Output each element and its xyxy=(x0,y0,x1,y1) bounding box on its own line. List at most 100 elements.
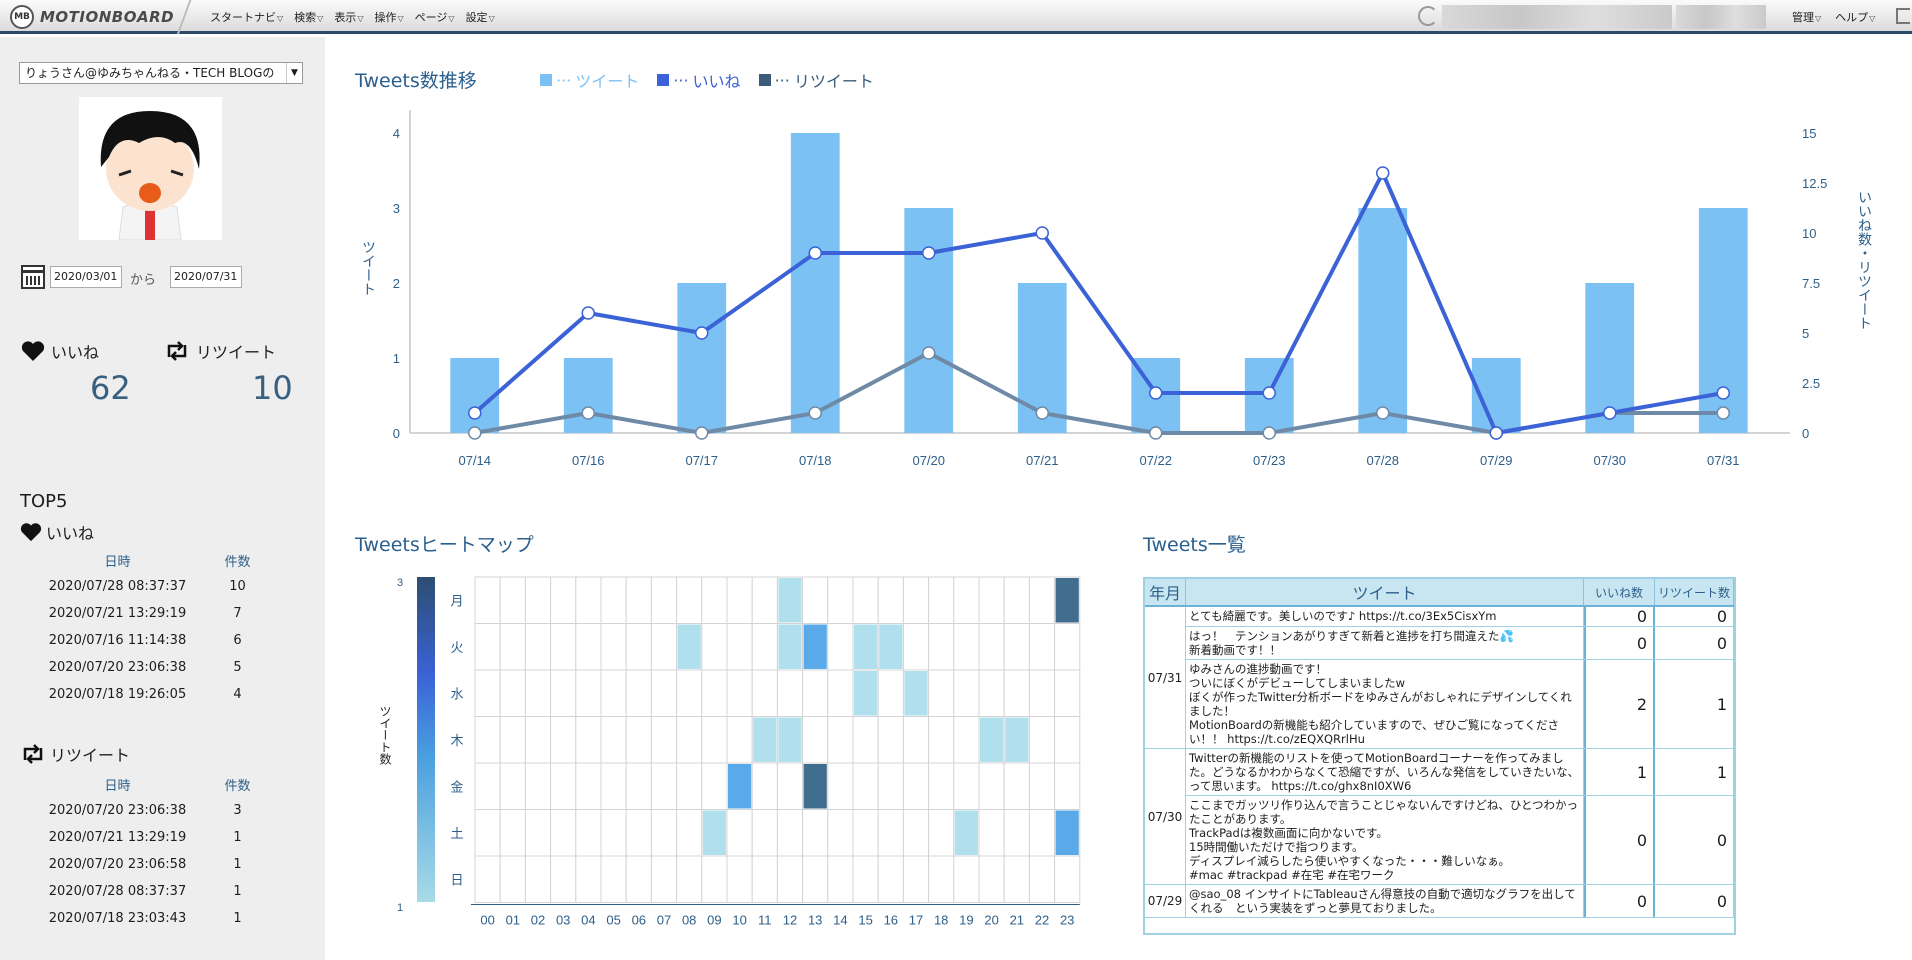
col-header-likes[interactable]: いいね数 xyxy=(1584,579,1655,605)
heatmap-cell xyxy=(1003,623,1030,671)
heatmap-col-label: 17 xyxy=(909,913,923,928)
date-to-input[interactable]: 2020/07/31 xyxy=(170,266,242,288)
menu-page[interactable]: ページ▽ xyxy=(415,9,455,25)
heatmap-cell-filled xyxy=(728,764,752,809)
rank-count: 1 xyxy=(233,830,242,845)
heatmap-cell xyxy=(751,576,778,624)
table-row[interactable]: 2020/07/20 23:06:58 1 xyxy=(20,851,260,878)
menu-view[interactable]: 表示▽ xyxy=(334,9,363,25)
table-row[interactable]: 2020/07/21 13:29:19 7 xyxy=(20,600,260,627)
rank-date: 2020/07/21 13:29:19 xyxy=(48,830,187,845)
y2-tick-label: 10 xyxy=(1802,226,1816,241)
retweets-stat-label: リツイート xyxy=(164,339,276,363)
point-likes xyxy=(695,326,709,340)
bar-tweets xyxy=(790,133,840,433)
legend-item-tweets[interactable]: ··· ツイート xyxy=(540,68,639,92)
table-row[interactable]: 2020/07/18 23:03:43 1 xyxy=(20,905,260,932)
heatmap-cell xyxy=(676,809,703,857)
point-retweets xyxy=(922,346,936,360)
chevron-down-icon[interactable]: ▼ xyxy=(286,63,302,83)
heatmap-cell xyxy=(827,576,854,624)
bar-tweets xyxy=(677,283,727,433)
table-row[interactable]: 2020/07/28 08:37:37 10 xyxy=(20,573,260,600)
table-row[interactable]: 2020/07/20 23:06:38 5 xyxy=(20,654,260,681)
table-row[interactable]: 2020/07/28 08:37:37 1 xyxy=(20,878,260,905)
heatmap-cell xyxy=(1003,669,1030,717)
point-retweets xyxy=(1262,426,1276,440)
month-cell: 07/30 xyxy=(1145,749,1186,885)
heatmap-col-label: 01 xyxy=(506,913,520,928)
calendar-icon[interactable] xyxy=(21,265,45,289)
heatmap-col-label: 07 xyxy=(657,913,671,928)
menu-admin[interactable]: 管理▽ xyxy=(1792,9,1821,25)
colorbar-max: 3 xyxy=(397,577,403,589)
table-row[interactable]: ゆみさんの進捗動画です！ ついにぼくがデビューしてしまいましたw ぼくが作ったT… xyxy=(1145,660,1734,749)
table-row[interactable]: はっ！ テンションあがりすぎて新着と進捗を打ち間違えた💦 新着動画です！！ 0 0 xyxy=(1145,627,1734,660)
heatmap-col-label: 15 xyxy=(858,913,872,928)
table-row[interactable]: 2020/07/18 19:26:05 4 xyxy=(20,681,260,708)
col-header-month[interactable]: 年月 xyxy=(1145,579,1186,605)
legend-item-likes[interactable]: ··· いいね xyxy=(657,68,741,92)
chevron-down-icon: ▽ xyxy=(1869,14,1876,23)
heart-icon xyxy=(20,523,42,542)
table-row[interactable]: Twitterの新機能のリストを使ってMotionBoardコーナーを作ってみま… xyxy=(1145,749,1734,796)
heatmap-cell-filled xyxy=(1055,578,1079,623)
point-likes xyxy=(1716,386,1730,400)
likes-total: 62 xyxy=(90,369,131,407)
tweet-text: @sao_08 インサイトにTableauさん得意技の自動で適切なグラフを出して… xyxy=(1186,885,1584,917)
date-from-input[interactable]: 2020/03/01 xyxy=(50,266,122,288)
heatmap-cell-filled xyxy=(803,624,827,669)
refresh-icon[interactable] xyxy=(1418,6,1438,26)
redacted-user-area xyxy=(1676,5,1766,29)
legend-dots: ··· xyxy=(673,70,689,90)
top-menu-bar: MB MOTIONBOARD スタートナビ▽ 検索▽ 表示▽ 操作▽ ページ▽ … xyxy=(0,0,1912,34)
heatmap-cell xyxy=(827,809,854,857)
heatmap-cell-filled xyxy=(778,578,802,623)
heatmap-cell xyxy=(852,762,879,810)
col-header-tweet[interactable]: ツイート xyxy=(1186,579,1584,605)
rank-count: 1 xyxy=(233,911,242,926)
retweets-label: リツイート xyxy=(196,343,277,362)
point-likes xyxy=(922,246,936,260)
heatmap-cell xyxy=(650,716,678,764)
account-select[interactable]: りょうさん@ゆみちゃんねる・TECH BLOGの ▼ xyxy=(19,62,303,84)
heatmap-cell xyxy=(978,669,1005,717)
col-header-retweets[interactable]: リツイート数 xyxy=(1655,579,1734,605)
table-row[interactable]: ここまでガッツリ作り込んで言うことじゃないんですけどね、ひとつわかったことがあり… xyxy=(1145,796,1734,885)
tweet-text: Twitterの新機能のリストを使ってMotionBoardコーナーを作ってみま… xyxy=(1186,749,1584,795)
motionboard-logo[interactable]: MB MOTIONBOARD xyxy=(10,4,174,30)
heatmap-cell-filled xyxy=(702,810,726,855)
heatmap-cell xyxy=(877,716,904,764)
x-tick-label: 07/18 xyxy=(799,453,832,468)
heatmap-cell xyxy=(625,623,652,671)
x-tick-label: 07/28 xyxy=(1366,453,1399,468)
legend-swatch xyxy=(657,74,670,86)
menu-operation[interactable]: 操作▽ xyxy=(374,9,403,25)
heatmap-cell-filled xyxy=(803,764,827,809)
right-menu: 管理▽ ヘルプ▽ xyxy=(1792,9,1875,25)
y-axis-label: ツイート xyxy=(360,240,376,296)
menu-help[interactable]: ヘルプ▽ xyxy=(1835,9,1875,25)
menu-search[interactable]: 検索▽ xyxy=(294,9,323,25)
table-row[interactable]: 2020/07/21 13:29:19 1 xyxy=(20,824,260,851)
heatmap-cell xyxy=(499,716,526,764)
tweet-retweets: 1 xyxy=(1655,749,1734,795)
legend-item-retweets[interactable]: ··· リツイート xyxy=(758,68,874,92)
heatmap-cell xyxy=(650,809,678,857)
table-row[interactable]: 2020/07/16 11:14:38 6 xyxy=(20,627,260,654)
heatmap-cell xyxy=(625,762,652,810)
heatmap-cell xyxy=(802,809,829,857)
heatmap-cell xyxy=(575,716,602,764)
menu-settings[interactable]: 設定▽ xyxy=(466,9,495,25)
table-row[interactable]: 2020/07/20 23:06:38 3 xyxy=(20,797,260,824)
table-row[interactable]: とても綺麗です。美しいのです♪ https://t.co/3Ex5CisxYm 0… xyxy=(1145,607,1734,627)
y2-tick-label: 5 xyxy=(1802,326,1809,341)
menu-label: 検索 xyxy=(294,11,317,24)
logout-icon[interactable] xyxy=(1896,8,1910,24)
table-row[interactable]: @sao_08 インサイトにTableauさん得意技の自動で適切なグラフを出して… xyxy=(1145,885,1734,918)
menu-label: 表示 xyxy=(334,11,357,24)
heatmap-cell xyxy=(600,623,627,671)
menu-start-navi[interactable]: スタートナビ▽ xyxy=(210,9,283,25)
heatmap-cell xyxy=(1028,809,1056,857)
heatmap-cell-filled xyxy=(954,810,978,855)
